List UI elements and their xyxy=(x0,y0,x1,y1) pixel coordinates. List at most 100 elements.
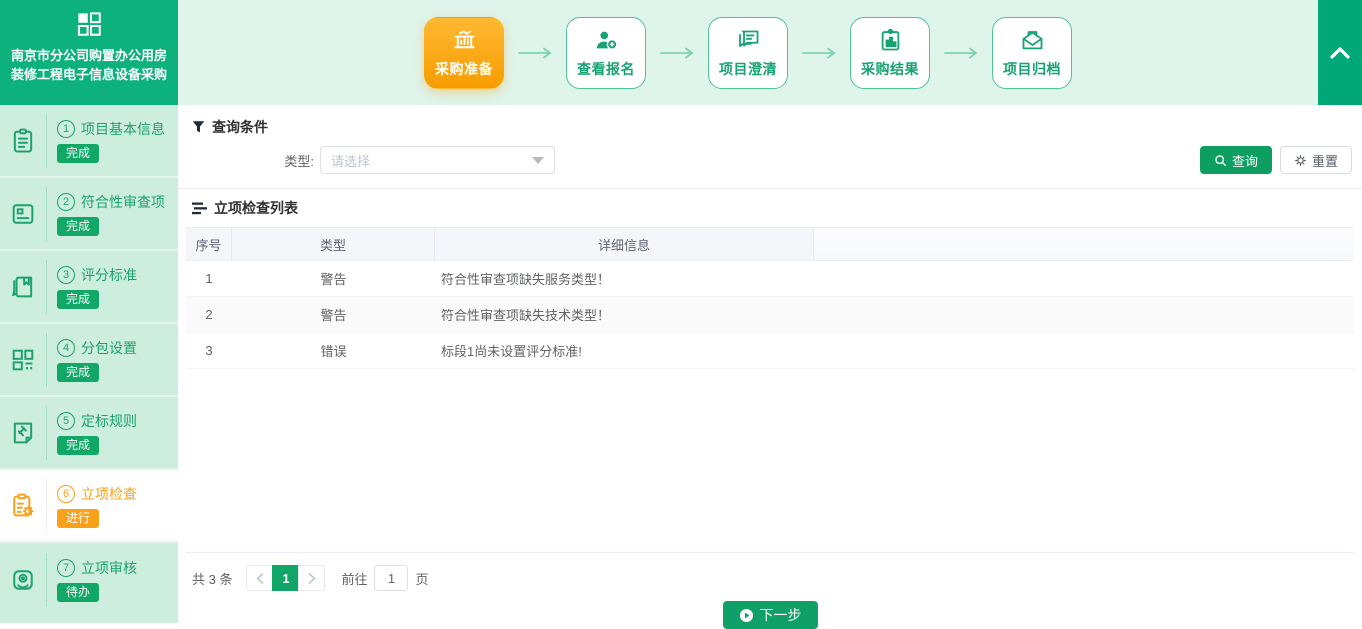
flow-step-label: 项目归档 xyxy=(1003,59,1061,79)
webcam-icon xyxy=(0,566,46,594)
sidebar-item-label: 立项检查 xyxy=(81,484,137,504)
prev-page-button[interactable] xyxy=(246,565,273,591)
filter-section: 查询条件 类型: 请选择 查询 xyxy=(178,105,1362,189)
gear-icon xyxy=(1294,154,1307,167)
id-card-icon xyxy=(0,200,46,228)
cell-type: 警告 xyxy=(232,297,435,332)
document-gavel-icon xyxy=(0,419,46,447)
chart-podium-icon xyxy=(451,27,478,54)
page-number-button[interactable]: 1 xyxy=(272,565,299,591)
chevron-left-icon xyxy=(256,573,264,584)
qr-grid-icon xyxy=(0,346,46,374)
status-badge: 完成 xyxy=(57,363,99,382)
sidebar-item-label: 立项审核 xyxy=(81,558,137,578)
cell-detail: 标段1尚未设置评分标准! xyxy=(435,333,814,368)
arrow-right-icon xyxy=(943,47,979,59)
column-header-type: 类型 xyxy=(232,228,435,260)
status-badge: 待办 xyxy=(57,583,99,602)
total-count: 共 3 条 xyxy=(192,569,232,588)
cell-detail: 符合性审查项缺失服务类型！ xyxy=(435,261,814,296)
flow-step-project-clarification[interactable]: 项目澄清 xyxy=(708,17,788,89)
column-header-empty xyxy=(814,228,1354,260)
search-button[interactable]: 查询 xyxy=(1200,146,1272,174)
flow-step-procurement-result[interactable]: 采购结果 xyxy=(850,17,930,89)
flow-step-procurement-prep[interactable]: 采购准备 xyxy=(424,17,504,89)
page-unit-label: 页 xyxy=(415,569,428,588)
search-icon xyxy=(1214,154,1227,167)
sidebar-item-project-check[interactable]: 6 立项检查 进行 xyxy=(0,470,178,543)
flow-step-project-archive[interactable]: 项目归档 xyxy=(992,17,1072,89)
sidebar-item-label: 符合性审查项 xyxy=(81,192,165,212)
step-number: 7 xyxy=(57,559,75,577)
collapse-button[interactable] xyxy=(1318,0,1362,105)
status-badge: 完成 xyxy=(57,290,99,309)
list-section-title: 立项检查列表 xyxy=(192,198,298,218)
step-number: 5 xyxy=(57,412,75,430)
table-header: 序号 类型 详细信息 xyxy=(186,227,1354,261)
flow-step-view-registration[interactable]: 查看报名 xyxy=(566,17,646,89)
step-number: 4 xyxy=(57,339,75,357)
sidebar-header: 南京市分公司购置办公用房装修工程电子信息设备采购 xyxy=(0,0,178,105)
flow-step-label: 项目澄清 xyxy=(719,59,777,79)
sidebar-item-project-audit[interactable]: 7 立项审核 待办 xyxy=(0,543,178,616)
chat-bubbles-icon xyxy=(735,27,762,54)
check-list-section: 立项检查列表 序号 类型 详细信息 1 警告 符合性审查项缺失服务类型！ 2 警… xyxy=(178,189,1362,629)
reset-button[interactable]: 重置 xyxy=(1280,146,1352,174)
sidebar-item-lot-settings[interactable]: 4 分包设置 完成 xyxy=(0,324,178,397)
cell-detail: 符合性审查项缺失技术类型！ xyxy=(435,297,814,332)
next-step-button[interactable]: 下一步 xyxy=(723,601,818,629)
sidebar-item-label: 定标规则 xyxy=(81,411,137,431)
clipboard-lines-icon xyxy=(0,127,46,155)
chevron-right-icon xyxy=(308,573,316,584)
workflow-steps: 采购准备 查看报名 xyxy=(178,0,1318,105)
list-icon xyxy=(192,202,207,215)
user-add-icon xyxy=(593,27,620,54)
sidebar-item-project-info[interactable]: 1 项目基本信息 完成 xyxy=(0,105,178,178)
chevron-up-icon xyxy=(1328,46,1352,60)
sidebar-item-compliance-review[interactable]: 2 符合性审查项 完成 xyxy=(0,178,178,251)
type-select[interactable]: 请选择 xyxy=(320,146,555,174)
table-row: 1 警告 符合性审查项缺失服务类型！ xyxy=(186,261,1354,297)
chevron-down-icon xyxy=(532,157,544,164)
goto-page-input[interactable] xyxy=(374,565,408,591)
step-number: 2 xyxy=(57,193,75,211)
play-circle-icon xyxy=(739,608,754,623)
type-label: 类型: xyxy=(178,151,320,170)
clipboard-gear-icon xyxy=(0,492,46,520)
clipboard-chart-icon xyxy=(877,27,904,54)
envelope-icon xyxy=(1019,27,1046,54)
cell-seq: 3 xyxy=(186,333,232,368)
table-row: 2 警告 符合性审查项缺失技术类型！ xyxy=(186,297,1354,333)
notebook-pen-icon xyxy=(0,273,46,301)
flow-step-label: 采购准备 xyxy=(435,59,493,79)
pagination: 共 3 条 1 前往 页 xyxy=(186,552,1354,591)
arrow-right-icon xyxy=(801,47,837,59)
step-number: 1 xyxy=(57,120,75,138)
status-badge: 完成 xyxy=(57,217,99,236)
project-title: 南京市分公司购置办公用房装修工程电子信息设备采购 xyxy=(0,44,178,84)
check-list-table: 序号 类型 详细信息 1 警告 符合性审查项缺失服务类型！ 2 警告 符合性审查… xyxy=(186,227,1354,369)
status-badge: 完成 xyxy=(57,436,99,455)
cell-type: 警告 xyxy=(232,261,435,296)
app-grid-icon xyxy=(74,9,104,39)
sidebar-item-award-rules[interactable]: 5 定标规则 完成 xyxy=(0,397,178,470)
cell-type: 错误 xyxy=(232,333,435,368)
column-header-seq: 序号 xyxy=(186,228,232,260)
table-row: 3 错误 标段1尚未设置评分标准! xyxy=(186,333,1354,369)
step-number: 3 xyxy=(57,266,75,284)
step-number: 6 xyxy=(57,485,75,503)
arrow-right-icon xyxy=(517,47,553,59)
sidebar-item-label: 分包设置 xyxy=(81,338,137,358)
flow-step-label: 查看报名 xyxy=(577,59,635,79)
sidebar-item-label: 项目基本信息 xyxy=(81,119,165,139)
sidebar-item-scoring-criteria[interactable]: 3 评分标准 完成 xyxy=(0,251,178,324)
cell-seq: 2 xyxy=(186,297,232,332)
status-badge: 进行 xyxy=(57,509,99,528)
next-page-button[interactable] xyxy=(298,565,325,591)
status-badge: 完成 xyxy=(57,144,99,163)
sidebar-item-label: 评分标准 xyxy=(81,265,137,285)
arrow-right-icon xyxy=(659,47,695,59)
workflow-bar: 采购准备 查看报名 xyxy=(178,0,1362,105)
cell-seq: 1 xyxy=(186,261,232,296)
filter-section-title: 查询条件 xyxy=(178,117,1362,137)
